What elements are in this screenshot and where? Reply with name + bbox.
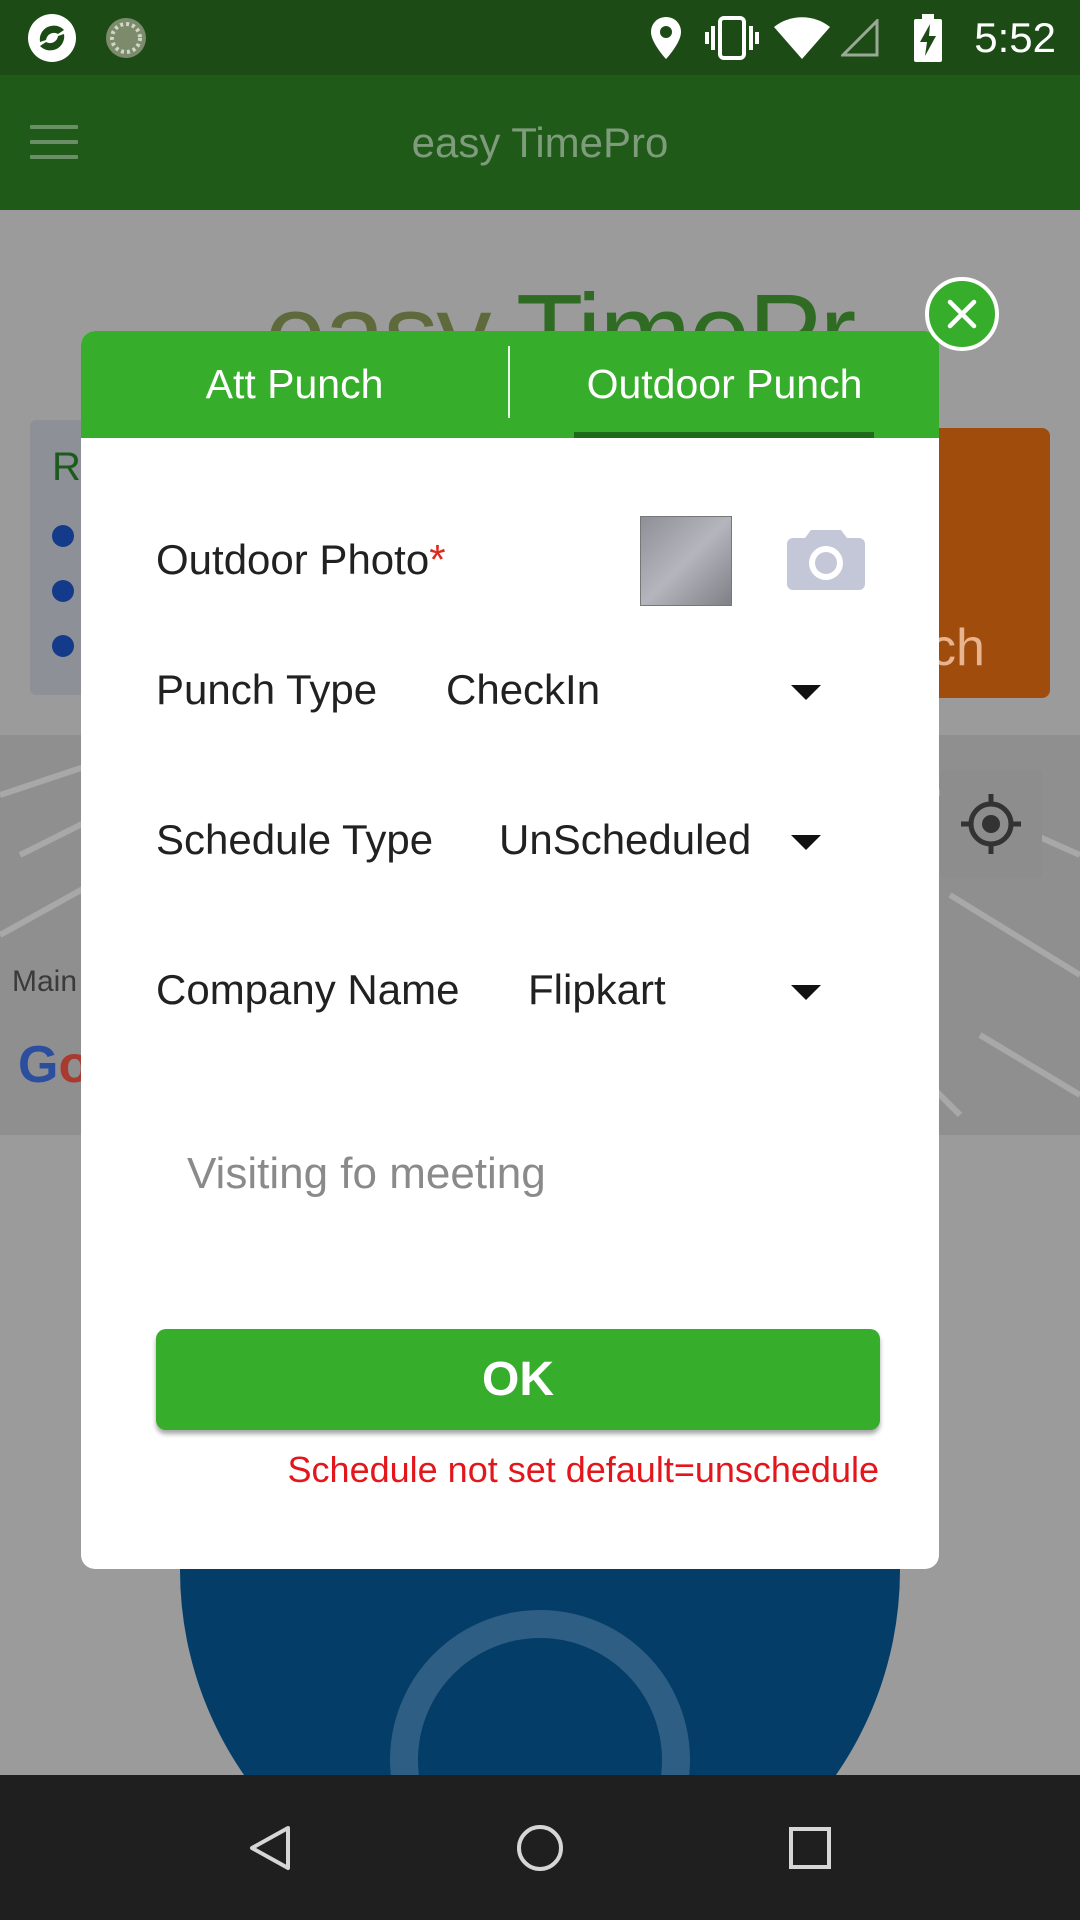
bullet-dot (52, 525, 74, 547)
status-bar: 5:52 (0, 0, 1080, 75)
card-letter: R (52, 445, 81, 489)
punch-dialog: Att Punch Outdoor Punch Outdoor Photo* P… (81, 331, 939, 1569)
close-dialog-button[interactable] (925, 277, 999, 351)
back-icon[interactable] (210, 1775, 330, 1920)
close-icon (947, 299, 977, 329)
vibrate-icon (704, 0, 760, 75)
schedule-type-dropdown-icon[interactable] (791, 835, 821, 850)
wifi-icon (772, 0, 832, 75)
google-g: G (18, 1036, 59, 1094)
bullet-dot (52, 580, 74, 602)
company-name-label: Company Name (156, 966, 460, 1013)
company-name-dropdown-icon[interactable] (791, 985, 821, 1000)
loading-notification-icon (100, 0, 152, 75)
location-icon (648, 0, 684, 75)
background-punch-card: ch (930, 428, 1050, 698)
schedule-type-label: Schedule Type (156, 816, 434, 863)
google-logo: Go (18, 1035, 90, 1095)
battery-charging-icon (910, 0, 946, 75)
recents-icon[interactable] (750, 1775, 870, 1920)
company-name-select[interactable]: Flipkart (528, 966, 666, 1014)
required-mark: * (429, 536, 446, 583)
home-icon[interactable] (480, 1775, 600, 1920)
schedule-type-select[interactable]: UnScheduled (499, 816, 751, 864)
navigation-bar (0, 1775, 1080, 1920)
ok-button[interactable]: OK (156, 1329, 880, 1430)
tab-outdoor-punch[interactable]: Outdoor Punch (510, 331, 939, 438)
my-location-button (940, 770, 1042, 878)
app-notification-icon (24, 0, 80, 75)
error-message: Schedule not set default=unschedule (287, 1449, 879, 1490)
map-street-label: Main (12, 965, 78, 998)
app-bar: easy TimePro (0, 75, 1080, 210)
app-title: easy TimePro (411, 119, 669, 166)
remark-input[interactable]: Visiting fo meeting (187, 1149, 546, 1199)
dialog-tabs: Att Punch Outdoor Punch (81, 331, 939, 438)
punch-type-select[interactable]: CheckIn (446, 666, 600, 714)
punch-type-label: Punch Type (156, 666, 378, 713)
bullet-dot (52, 635, 74, 657)
camera-icon[interactable] (787, 526, 865, 592)
outdoor-photo-label-text: Outdoor Photo (156, 536, 430, 583)
cell-signal-icon (840, 0, 880, 75)
tab-att-punch[interactable]: Att Punch (81, 331, 508, 438)
active-tab-indicator (574, 432, 874, 438)
outdoor-photo-label: Outdoor Photo* (156, 536, 446, 584)
photo-thumbnail[interactable] (640, 516, 732, 606)
punch-type-dropdown-icon[interactable] (791, 685, 821, 700)
status-time: 5:52 (974, 14, 1056, 61)
